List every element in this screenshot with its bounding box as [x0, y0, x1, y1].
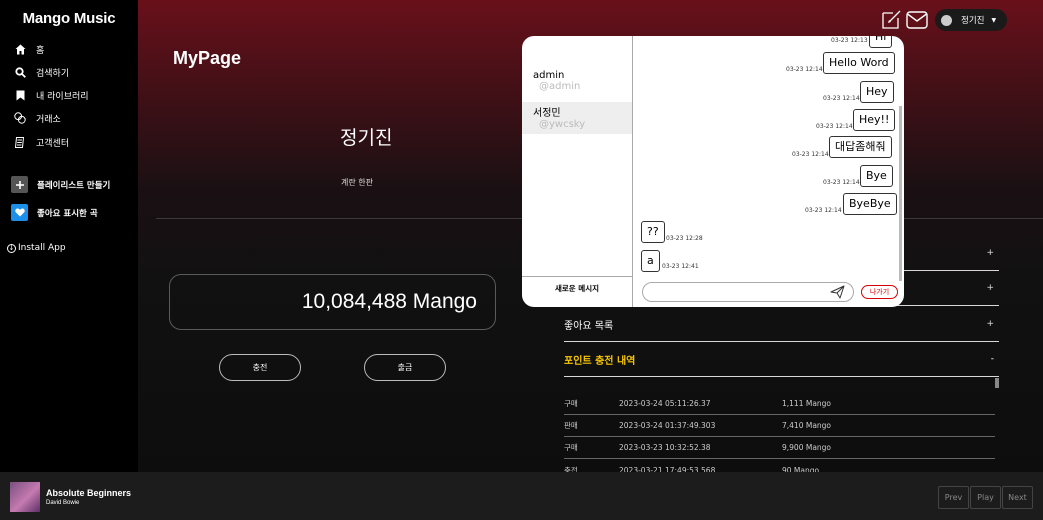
sidebar: Mango Music 홈 검색하기 내 라이브러리 거래소 고객센터 플레이리…	[0, 0, 138, 472]
contact-seojeongmin[interactable]: 서정민 @ywcsky	[522, 102, 632, 134]
expand-icon: +	[986, 319, 994, 329]
brand-logo[interactable]: Mango Music	[0, 10, 138, 27]
sidebar-item-label: 내 라이브러리	[36, 91, 89, 102]
download-icon: ↓	[7, 243, 16, 253]
compose-icon[interactable]	[882, 9, 902, 29]
table-row: 구매 2023-03-24 05:11:26.37 1,111 Mango	[564, 393, 995, 415]
bookmark-icon	[14, 89, 26, 101]
message-time: 03-23 12:14	[823, 95, 860, 102]
balance-display: 10,084,488 Mango	[169, 274, 496, 330]
account-tag: 계란 한판	[341, 178, 373, 187]
message-time: 03-23 12:13	[831, 37, 868, 44]
tx-type: 구매	[564, 443, 578, 452]
install-app-label: Install App	[18, 243, 66, 253]
contact-handle: @ywcsky	[539, 119, 586, 130]
exchange-icon	[14, 112, 26, 124]
user-menu-button[interactable]: 정기진 ▼	[935, 9, 1007, 31]
sidebar-item-label: 검색하기	[36, 68, 70, 79]
liked-songs-label: 좋아요 표시한 곡	[37, 208, 98, 219]
liked-list-section[interactable]: 좋아요 목록 +	[564, 307, 999, 342]
sidebar-item-exchange[interactable]: 거래소	[14, 109, 61, 127]
table-row: 판매 2023-03-24 01:37:49.303 7,410 Mango	[564, 415, 995, 437]
message-bubble: a	[641, 250, 660, 272]
section-label: 포인트 충전 내역	[564, 355, 636, 367]
tx-date: 2023-03-23 10:32:52.38	[619, 443, 711, 452]
message-bubble: ??	[641, 221, 665, 243]
message-bubble: ByeBye	[843, 193, 897, 215]
document-icon	[14, 136, 26, 148]
message-time: 03-23 12:14	[816, 123, 853, 130]
mail-icon[interactable]	[906, 11, 928, 29]
profile-name: 정기진	[340, 127, 393, 149]
message-bubble: Hey	[860, 81, 894, 103]
message-input[interactable]	[642, 282, 854, 302]
plus-icon	[11, 176, 28, 193]
caret-down-icon: ▼	[991, 16, 997, 24]
new-message-button[interactable]: 새로운 메시지	[522, 276, 632, 307]
tx-date: 2023-03-24 01:37:49.303	[619, 421, 716, 430]
sidebar-item-home[interactable]: 홈	[14, 40, 44, 58]
player-bar: Absolute Beginners David Bowie Prev Play…	[0, 472, 1043, 520]
exit-chat-button[interactable]: 나가기	[861, 285, 898, 299]
sidebar-item-label: 거래소	[36, 114, 61, 125]
contact-list: admin @admin 서정민 @ywcsky 새로운 메시지	[522, 36, 633, 307]
home-icon	[14, 43, 26, 55]
message-bubble: Bye	[860, 165, 893, 187]
message-bubble: 대답좀해줘	[829, 136, 892, 158]
search-icon	[14, 66, 26, 78]
install-app-link[interactable]: ↓ Install App	[7, 243, 66, 253]
tx-date: 2023-03-24 05:11:26.37	[619, 399, 711, 408]
contact-admin[interactable]: admin @admin	[522, 70, 632, 102]
scrollbar[interactable]	[995, 378, 999, 388]
sidebar-item-label: 고객센터	[36, 138, 70, 149]
message-list: Hi 03-23 12:13 Hello Word 03-23 12:14 He…	[633, 36, 904, 276]
sidebar-item-label: 홈	[36, 45, 45, 56]
create-playlist-label: 플레이리스트 만들기	[37, 180, 111, 191]
app-root: Mango Music 홈 검색하기 내 라이브러리 거래소 고객센터 플레이리…	[0, 0, 1043, 520]
chat-popup: admin @admin 서정민 @ywcsky 새로운 메시지 Hi 03-2…	[522, 36, 904, 307]
prev-button[interactable]: Prev	[938, 486, 969, 509]
liked-songs-button[interactable]: 좋아요 표시한 곡	[11, 204, 98, 221]
message-time: 03-23 12:14	[823, 179, 860, 186]
play-button[interactable]: Play	[970, 486, 1001, 509]
track-title: Absolute Beginners	[46, 488, 132, 498]
message-time: 03-23 12:14	[786, 66, 823, 73]
message-time: 03-23 12:28	[666, 235, 703, 242]
message-time: 03-23 12:41	[662, 263, 699, 270]
message-bubble: Hi	[869, 36, 893, 48]
tx-type: 구매	[564, 399, 578, 408]
message-time: 03-23 12:14	[805, 207, 842, 214]
sidebar-item-library[interactable]: 내 라이브러리	[14, 86, 89, 104]
message-bubble: Hello Word	[823, 52, 895, 74]
withdraw-button[interactable]: 출금	[364, 354, 446, 381]
expand-icon: +	[986, 283, 994, 293]
create-playlist-button[interactable]: 플레이리스트 만들기	[11, 176, 110, 193]
album-cover	[10, 482, 40, 512]
next-button[interactable]: Next	[1002, 486, 1033, 509]
send-icon[interactable]	[830, 285, 845, 299]
avatar	[941, 14, 952, 26]
sidebar-item-support[interactable]: 고객센터	[14, 133, 69, 151]
sidebar-item-search[interactable]: 검색하기	[14, 63, 69, 81]
chat-scrollbar[interactable]	[899, 106, 902, 281]
user-menu-name: 정기진	[961, 16, 985, 26]
tx-type: 판매	[564, 421, 578, 430]
table-row: 구매 2023-03-23 10:32:52.38 9,900 Mango	[564, 437, 995, 459]
charge-history-section[interactable]: 포인트 충전 내역 -	[564, 342, 999, 377]
contact-handle: @admin	[539, 81, 581, 92]
collapse-icon: -	[990, 354, 994, 364]
section-label: 좋아요 목록	[564, 320, 614, 332]
page-title: MyPage	[173, 48, 242, 68]
tx-amount: 7,410 Mango	[782, 421, 832, 430]
expand-icon: +	[986, 248, 994, 258]
heart-icon	[11, 204, 28, 221]
message-bubble: Hey!!	[853, 109, 896, 131]
message-time: 03-23 12:14	[792, 151, 829, 158]
charge-button[interactable]: 충전	[219, 354, 301, 381]
tx-amount: 9,900 Mango	[782, 443, 832, 452]
contact-name: 서정민	[533, 108, 561, 119]
tx-amount: 1,111 Mango	[782, 399, 832, 408]
contact-name: admin	[533, 70, 565, 81]
track-artist: David Bowie	[46, 500, 80, 506]
